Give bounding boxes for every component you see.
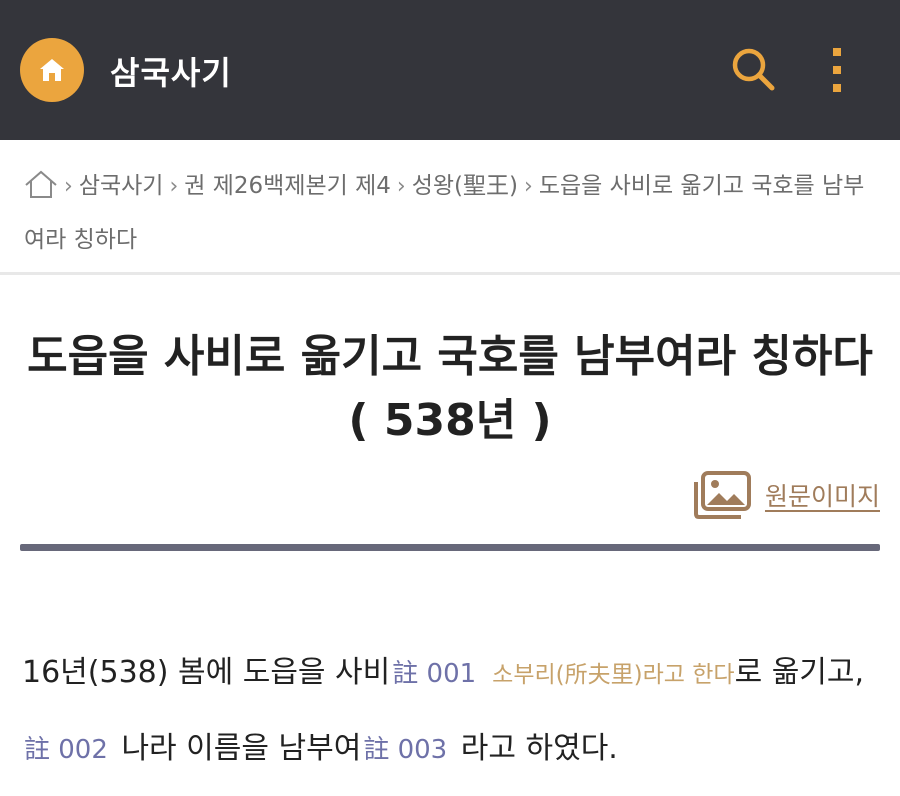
home-icon bbox=[40, 59, 64, 81]
section-rule bbox=[20, 544, 880, 551]
body-text: 나라 이름을 남부여 bbox=[111, 731, 362, 766]
chevron-right-icon: › bbox=[169, 174, 179, 199]
more-options-button[interactable] bbox=[822, 46, 852, 94]
chevron-right-icon: › bbox=[524, 174, 533, 199]
footnote-ref[interactable]: 註 001 bbox=[392, 659, 476, 689]
original-image-label[interactable]: 원문이미지 bbox=[765, 477, 880, 513]
article-body: 16년(538) 봄에 도읍을 사비註 001 소부리(所夫里)라고 한다로 옮기… bbox=[22, 636, 892, 787]
app-title: 삼국사기 bbox=[110, 54, 232, 92]
top-app-bar: 삼국사기 bbox=[0, 0, 900, 140]
home-button[interactable] bbox=[20, 38, 84, 102]
more-vertical-icon bbox=[833, 48, 841, 92]
footnote-ref[interactable]: 註 002 bbox=[24, 735, 108, 765]
image-gallery-icon bbox=[693, 471, 751, 519]
article-year: ( 538년 ) bbox=[348, 395, 552, 446]
divider bbox=[0, 272, 900, 275]
body-text: 16년(538) 봄에 도읍을 사비 bbox=[22, 655, 391, 690]
breadcrumb-home-icon[interactable] bbox=[24, 168, 58, 216]
body-text: 로 옮기고, bbox=[734, 655, 865, 690]
footnote-ref[interactable]: 註 003 bbox=[363, 735, 447, 765]
breadcrumb-item[interactable]: 삼국사기 bbox=[79, 173, 164, 199]
search-button[interactable] bbox=[728, 44, 778, 94]
breadcrumb-item[interactable]: 성왕(聖王) bbox=[412, 173, 518, 199]
footnote-inline-text: 소부리(所夫里)라고 한다 bbox=[492, 662, 735, 688]
search-icon bbox=[732, 48, 775, 91]
body-text: 라고 하였다. bbox=[451, 731, 618, 766]
breadcrumb: › 삼국사기 › 권 제26백제본기 제4 › 성왕(聖王) › 도읍을 사비로 옮기고 국호… bbox=[24, 162, 874, 264]
breadcrumb-item[interactable]: 권 제26백제본기 제4 bbox=[184, 173, 391, 199]
original-image-link[interactable]: 원문이미지 bbox=[691, 470, 880, 520]
chevron-right-icon: › bbox=[396, 174, 406, 199]
article-title: 도읍을 사비로 옮기고 국호를 남부여라 칭하다 bbox=[27, 331, 873, 382]
chevron-right-icon: › bbox=[64, 174, 73, 199]
